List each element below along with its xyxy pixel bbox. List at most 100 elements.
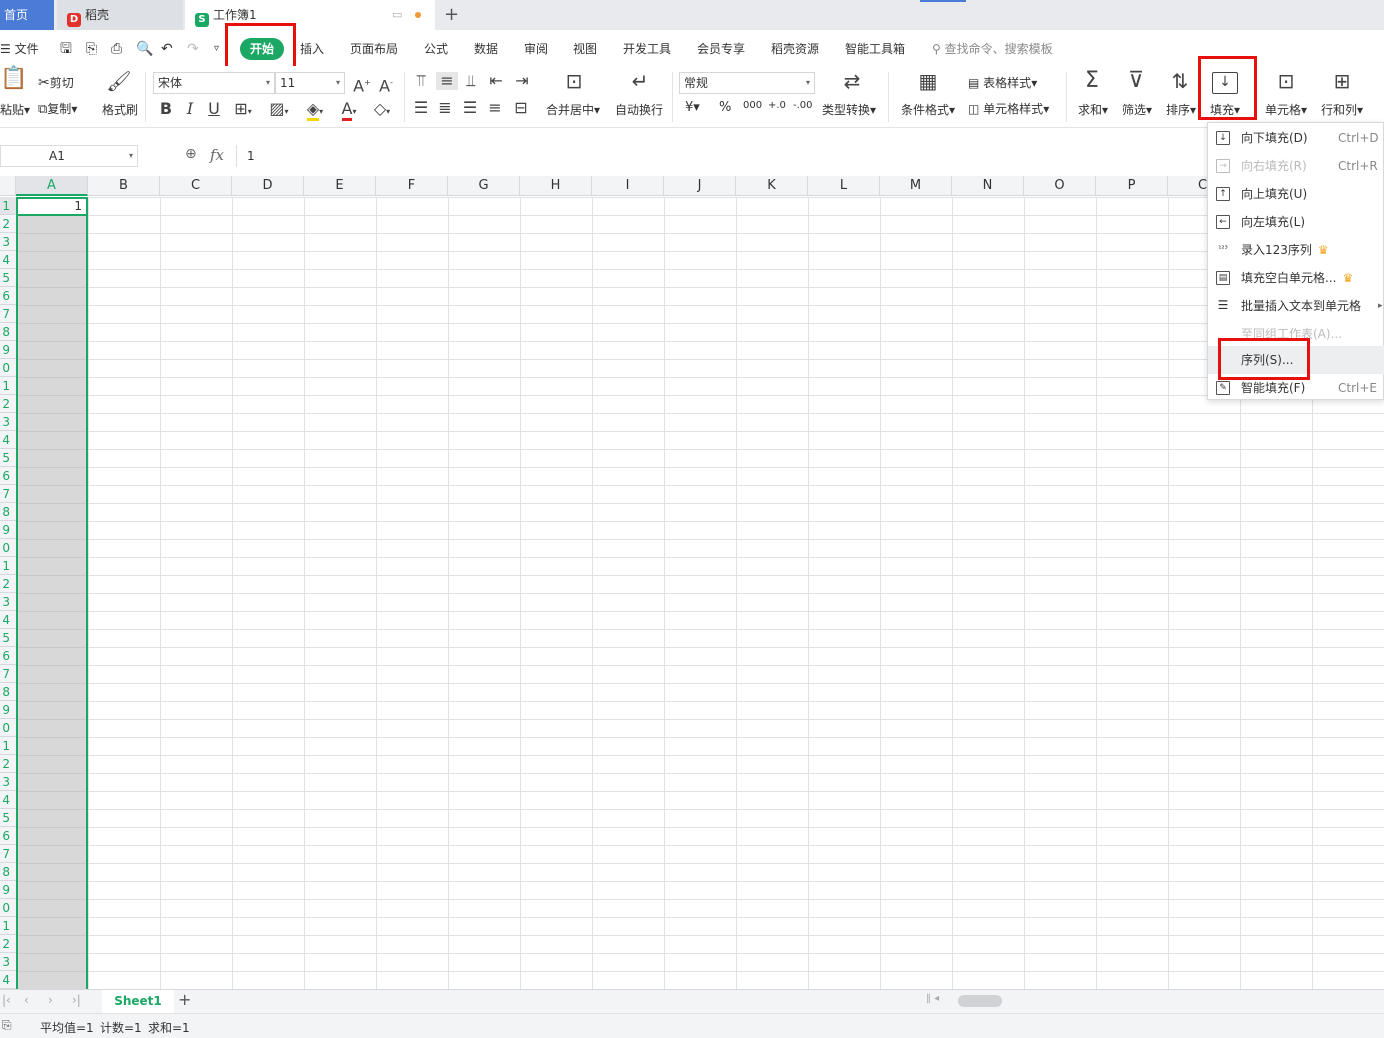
row-header[interactable]: 0: [0, 539, 16, 557]
format-painter-button[interactable]: 格式刷: [102, 101, 138, 118]
tab-window-icon[interactable]: ▭: [392, 0, 402, 30]
format-painter-icon[interactable]: 🖌: [106, 72, 132, 90]
row-header[interactable]: 4: [0, 251, 16, 269]
menu-item-batch-insert[interactable]: ☰ 批量插入文本到单元格 ▸: [1208, 292, 1384, 320]
cell-a1[interactable]: 1: [16, 197, 88, 216]
column-header-f[interactable]: F: [376, 176, 448, 196]
row-header[interactable]: 5: [0, 269, 16, 287]
row-col-icon[interactable]: ⊞: [1328, 72, 1356, 90]
column-header-e[interactable]: E: [304, 176, 376, 196]
fill-color-icon[interactable]: ◈▾: [300, 100, 330, 121]
wrap-text-button[interactable]: 自动换行: [615, 101, 663, 118]
row-header[interactable]: 4: [0, 431, 16, 449]
menu-view[interactable]: 视图: [573, 30, 597, 66]
row-col-button[interactable]: 行和列▾: [1321, 101, 1363, 118]
row-header[interactable]: 5: [0, 449, 16, 467]
sum-button[interactable]: 求和▾: [1078, 101, 1108, 118]
row-header[interactable]: 1: [0, 377, 16, 395]
menu-smart-toolbox[interactable]: 智能工具箱: [845, 30, 905, 66]
currency-button[interactable]: ¥▾: [685, 100, 700, 115]
tab-home[interactable]: 首页: [0, 0, 54, 30]
menu-item-sequence-123[interactable]: ¹²³ 录入123序列♛: [1208, 236, 1384, 264]
paste-button[interactable]: 粘贴▾: [0, 101, 30, 118]
percent-button[interactable]: %: [719, 100, 731, 115]
outdent-icon[interactable]: ⇤: [486, 72, 506, 90]
font-color-icon[interactable]: A▾: [336, 100, 362, 121]
file-menu[interactable]: ☰ 文件: [0, 30, 39, 66]
justify-icon[interactable]: ≡: [486, 99, 504, 117]
row-header[interactable]: 0: [0, 359, 16, 377]
row-header[interactable]: 4: [0, 971, 16, 989]
row-header[interactable]: 3: [0, 593, 16, 611]
merge-center-icon[interactable]: ⊡: [560, 72, 588, 90]
selected-column-a[interactable]: [16, 197, 88, 989]
conditional-format-icon[interactable]: ▦: [914, 72, 942, 90]
border-icon[interactable]: ⊞▾: [230, 100, 256, 121]
row-header[interactable]: 8: [0, 863, 16, 881]
menu-data[interactable]: 数据: [474, 30, 498, 66]
menu-member[interactable]: 会员专享: [697, 30, 745, 66]
sort-button[interactable]: 排序▾: [1166, 101, 1196, 118]
row-header[interactable]: 2: [0, 935, 16, 953]
row-header[interactable]: 4: [0, 611, 16, 629]
row-header[interactable]: 6: [0, 287, 16, 305]
row-header[interactable]: 8: [0, 683, 16, 701]
row-header[interactable]: 9: [0, 881, 16, 899]
undo-icon[interactable]: ↶: [161, 30, 173, 66]
column-header-i[interactable]: I: [592, 176, 664, 196]
scroll-split-icon[interactable]: ‖ ◂: [926, 993, 939, 1004]
fill-icon[interactable]: ↓: [1212, 72, 1238, 94]
column-header-p[interactable]: P: [1096, 176, 1168, 196]
column-header-c[interactable]: C: [160, 176, 232, 196]
menu-item-fill-left[interactable]: ← 向左填充(L): [1208, 208, 1384, 236]
print-preview-icon[interactable]: 🔍: [136, 30, 153, 66]
tab-docer[interactable]: D稻壳: [57, 0, 183, 30]
align-center-icon[interactable]: ≣: [436, 99, 454, 117]
column-header-h[interactable]: H: [520, 176, 592, 196]
sort-icon[interactable]: ⇅: [1166, 72, 1194, 90]
macro-icon[interactable]: ⎘: [2, 1018, 12, 1033]
align-bottom-icon[interactable]: ⫫: [462, 72, 480, 90]
column-header-k[interactable]: K: [736, 176, 808, 196]
cut-button[interactable]: ✂剪切: [38, 74, 74, 91]
row-header[interactable]: 2: [0, 395, 16, 413]
distributed-icon[interactable]: ⊟: [511, 99, 531, 117]
copy-button[interactable]: ⧉复制▾: [38, 100, 77, 117]
menu-start[interactable]: 开始: [240, 38, 284, 60]
conditional-format-button[interactable]: 条件格式▾: [901, 101, 955, 118]
row-header[interactable]: 5: [0, 809, 16, 827]
menu-formula[interactable]: 公式: [424, 30, 448, 66]
row-header[interactable]: 2: [0, 215, 16, 233]
row-header[interactable]: 5: [0, 629, 16, 647]
column-header-n[interactable]: N: [952, 176, 1024, 196]
column-header-a[interactable]: A: [16, 176, 88, 196]
prev-sheet-icon[interactable]: ‹: [24, 993, 29, 1007]
row-header[interactable]: 3: [0, 773, 16, 791]
save-icon[interactable]: 🖫: [60, 30, 72, 66]
command-search[interactable]: ⚲ 查找命令、搜索模板: [932, 30, 1053, 66]
menu-developer[interactable]: 开发工具: [623, 30, 671, 66]
menu-docer-resources[interactable]: 稻壳资源: [771, 30, 819, 66]
align-right-icon[interactable]: ☰: [461, 99, 479, 117]
last-sheet-icon[interactable]: ›|: [72, 993, 81, 1007]
row-header[interactable]: 6: [0, 467, 16, 485]
align-left-icon[interactable]: ☰: [412, 99, 430, 117]
row-header[interactable]: 7: [0, 665, 16, 683]
row-header[interactable]: 1: [0, 737, 16, 755]
number-format-select[interactable]: 常规▾: [679, 72, 815, 94]
first-sheet-icon[interactable]: |‹: [2, 993, 11, 1007]
row-header[interactable]: 8: [0, 323, 16, 341]
merge-center-button[interactable]: 合并居中▾: [546, 101, 600, 118]
table-style-button[interactable]: ▤ 表格样式▾: [968, 74, 1037, 91]
row-header[interactable]: 7: [0, 845, 16, 863]
row-header[interactable]: 2: [0, 755, 16, 773]
row-header[interactable]: 4: [0, 791, 16, 809]
cell-grid[interactable]: [16, 197, 1384, 989]
row-header[interactable]: 2: [0, 575, 16, 593]
row-header[interactable]: 6: [0, 647, 16, 665]
menu-item-same-group[interactable]: 至同组工作表(A)...: [1208, 320, 1384, 348]
menu-item-smart-fill[interactable]: ✎ 智能填充(F) Ctrl+E: [1208, 374, 1384, 402]
cell-button[interactable]: 单元格▾: [1265, 101, 1307, 118]
menu-review[interactable]: 审阅: [524, 30, 548, 66]
cell-style-button[interactable]: ◫ 单元格样式▾: [968, 100, 1049, 117]
